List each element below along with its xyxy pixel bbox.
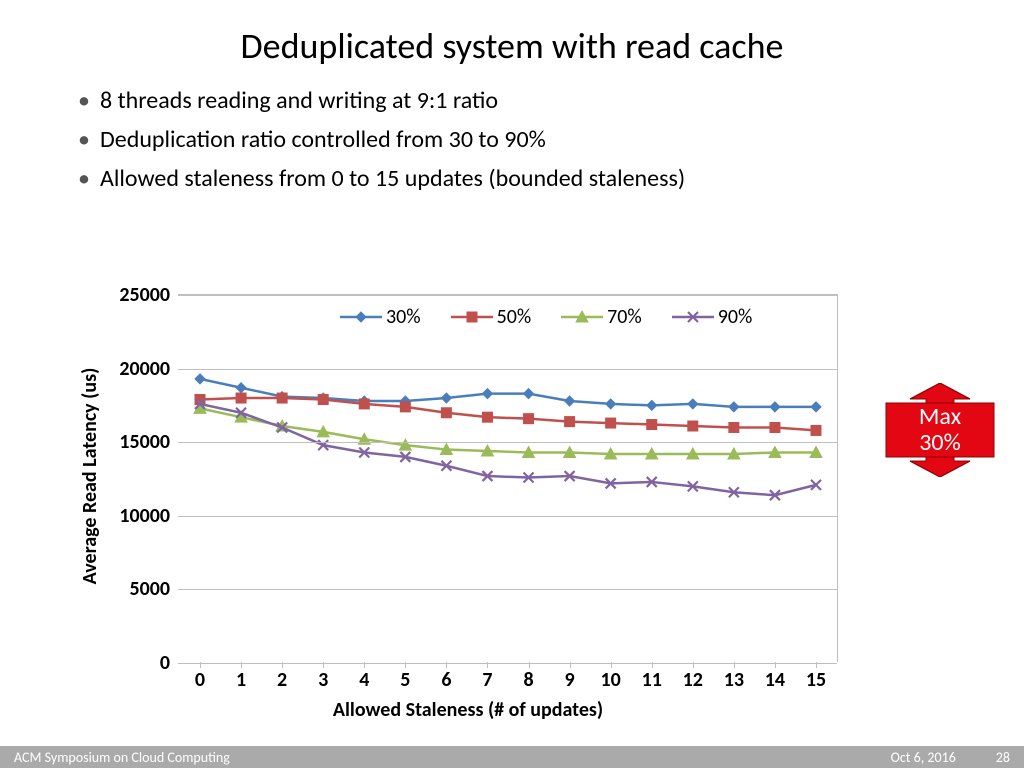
legend-label: 90%	[718, 305, 753, 329]
data-marker	[729, 402, 739, 412]
x-tick-label: 0	[195, 668, 205, 692]
data-marker	[729, 422, 739, 432]
legend: 30% 50% 70% 90%	[338, 305, 752, 329]
gridline	[178, 442, 837, 443]
data-marker	[688, 421, 698, 431]
data-marker	[770, 402, 780, 412]
footer-date: Oct 6, 2016	[891, 749, 956, 766]
x-tick-label: 1	[236, 668, 246, 692]
x-axis-label: Allowed Staleness (# of updates)	[333, 698, 603, 722]
gridline	[178, 663, 837, 664]
data-marker	[236, 383, 246, 393]
gridline	[178, 516, 837, 517]
y-tick-label: 10000	[119, 504, 170, 528]
data-marker	[811, 425, 821, 435]
data-marker	[277, 393, 287, 403]
data-marker	[441, 408, 451, 418]
legend-item: 90%	[670, 305, 753, 329]
plot-area: 30%50%70%90% 050001000015000200002500001…	[178, 294, 838, 662]
data-marker	[565, 396, 575, 406]
data-marker	[647, 420, 657, 430]
data-marker	[606, 399, 616, 409]
legend-item: 30%	[338, 305, 421, 329]
x-tick-label: 15	[806, 668, 826, 692]
legend-item: 50%	[449, 305, 532, 329]
y-axis-label: Average Read Latency (us)	[78, 368, 102, 585]
legend-swatch-icon	[449, 308, 495, 326]
x-tick-label: 7	[482, 668, 492, 692]
y-tick-label: 0	[160, 651, 170, 675]
bullet-item: Allowed staleness from 0 to 15 updates (…	[100, 162, 944, 197]
data-marker	[524, 414, 534, 424]
gridline	[178, 295, 837, 296]
y-tick-label: 15000	[119, 430, 170, 454]
plot-svg	[178, 295, 837, 662]
legend-swatch-icon	[559, 308, 605, 326]
bullet-list: 8 threads reading and writing at 9:1 rat…	[0, 78, 1024, 196]
data-marker	[606, 418, 616, 428]
y-tick-label: 25000	[119, 283, 170, 307]
x-tick-label: 5	[400, 668, 410, 692]
x-tick-label: 11	[642, 668, 662, 692]
footer-page: 28	[996, 749, 1010, 766]
x-tick-label: 6	[441, 668, 451, 692]
x-tick-label: 3	[318, 668, 328, 692]
data-marker	[770, 422, 780, 432]
data-marker	[482, 412, 492, 422]
data-marker	[647, 400, 657, 410]
x-tick-label: 10	[601, 668, 621, 692]
page-title: Deduplicated system with read cache	[0, 0, 1024, 78]
x-tick-label: 9	[565, 668, 575, 692]
bullet-item: Deduplication ratio controlled from 30 t…	[100, 123, 944, 158]
annotation-line1: Max	[919, 404, 961, 430]
data-marker	[565, 417, 575, 427]
data-marker	[441, 393, 451, 403]
data-marker	[524, 389, 534, 399]
gridline	[178, 589, 837, 590]
data-marker	[359, 399, 369, 409]
data-marker	[811, 402, 821, 412]
legend-swatch-icon	[338, 308, 384, 326]
x-tick-label: 4	[359, 668, 369, 692]
footer: ACM Symposium on Cloud Computing Oct 6, …	[0, 746, 1024, 768]
y-tick-label: 20000	[119, 357, 170, 381]
data-marker	[236, 393, 246, 403]
x-tick-label: 2	[277, 668, 287, 692]
legend-label: 70%	[607, 305, 642, 329]
data-marker	[195, 374, 205, 384]
footer-venue: ACM Symposium on Cloud Computing	[14, 749, 230, 766]
chart: Average Read Latency (us) Allowed Stalen…	[68, 276, 868, 726]
gridline	[178, 369, 837, 370]
data-marker	[318, 395, 328, 405]
data-marker	[482, 389, 492, 399]
data-marker	[400, 402, 410, 412]
y-tick-label: 5000	[129, 577, 170, 601]
x-tick-label: 13	[724, 668, 744, 692]
legend-label: 30%	[386, 305, 421, 329]
data-marker	[688, 399, 698, 409]
legend-swatch-icon	[670, 308, 716, 326]
x-tick-label: 12	[683, 668, 703, 692]
x-tick-label: 14	[765, 668, 785, 692]
x-tick-label: 8	[523, 668, 533, 692]
max-annotation: Max 30%	[874, 383, 1006, 477]
annotation-line2: 30%	[919, 430, 961, 456]
series-line	[200, 398, 816, 430]
series-line	[200, 379, 816, 407]
legend-label: 50%	[497, 305, 532, 329]
bullet-item: 8 threads reading and writing at 9:1 rat…	[100, 84, 944, 119]
legend-item: 70%	[559, 305, 642, 329]
